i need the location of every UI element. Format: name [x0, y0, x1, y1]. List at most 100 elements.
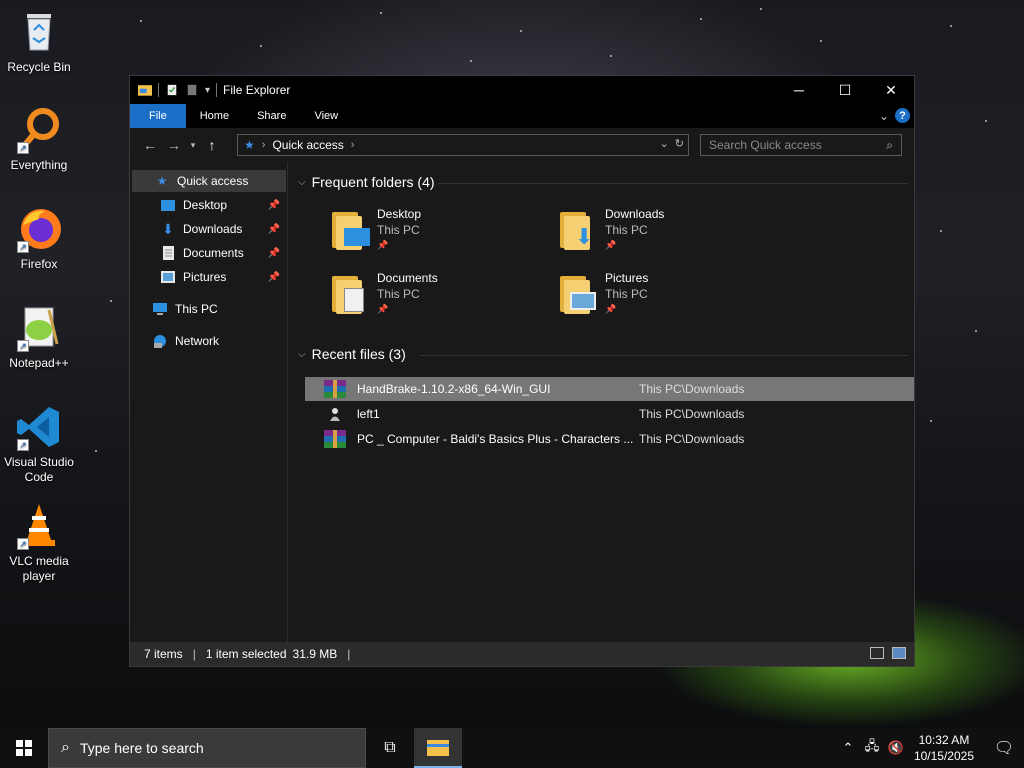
tab-share[interactable]: Share — [243, 104, 300, 128]
recent-file-row[interactable]: PC _ Computer - Baldi's Basics Plus - Ch… — [305, 427, 914, 451]
pictures-folder-icon — [558, 274, 598, 314]
taskbar-file-explorer-button[interactable] — [414, 728, 462, 768]
nav-item-desktop[interactable]: Desktop 📌 — [160, 194, 286, 216]
nav-item-pictures[interactable]: Pictures 📌 — [160, 266, 286, 288]
content-pane: ⌵ Frequent folders (4) Desktop This PC 📌… — [290, 162, 914, 642]
folder-tile-pictures[interactable]: Pictures This PC 📌 — [558, 270, 778, 324]
pin-icon: 📌 — [605, 304, 617, 314]
folder-tile-downloads[interactable]: ⬇ Downloads This PC 📌 — [558, 206, 778, 260]
chevron-right-icon[interactable]: › — [351, 139, 355, 151]
nav-item-label: This PC — [175, 302, 218, 316]
nav-item-downloads[interactable]: ⬇ Downloads 📌 — [160, 218, 286, 240]
nav-item-label: Documents — [183, 246, 244, 260]
vscode-icon: ↗ — [15, 403, 63, 451]
computer-icon — [152, 302, 168, 316]
nav-item-this-pc[interactable]: This PC — [152, 298, 218, 320]
up-arrow-icon[interactable]: ↑ — [200, 137, 224, 153]
divider: | — [347, 647, 351, 661]
generic-file-icon — [323, 405, 347, 423]
volume-muted-icon[interactable]: 🔇 — [884, 740, 908, 756]
desktop-icon-vlc[interactable]: ↗ VLC media player — [0, 502, 78, 584]
desktop-icon-everything[interactable]: ↗ Everything — [0, 106, 78, 173]
details-view-icon[interactable] — [870, 647, 884, 659]
recycle-bin-icon — [15, 8, 63, 56]
pin-icon[interactable]: 📌 — [268, 272, 280, 283]
shortcut-arrow-icon: ↗ — [17, 538, 29, 550]
folder-tile-desktop[interactable]: Desktop This PC 📌 — [330, 206, 550, 260]
new-folder-icon[interactable] — [185, 84, 199, 96]
file-name: HandBrake-1.10.2-x86_64-Win_GUI — [357, 382, 551, 396]
desktop-icon-label: Firefox — [20, 257, 58, 271]
desktop-icon-firefox[interactable]: ↗ Firefox — [0, 205, 78, 272]
collapse-caret-icon[interactable]: ⌵ — [298, 177, 306, 188]
minimize-button[interactable]: ─ — [776, 76, 822, 104]
search-icon: ⌕ — [886, 138, 893, 152]
folder-tile-documents[interactable]: Documents This PC 📌 — [330, 270, 550, 324]
recent-files-header[interactable]: ⌵ Recent files (3) — [298, 346, 908, 362]
pin-icon: 📌 — [605, 240, 617, 250]
desktop-icon-notepadpp[interactable]: ↗ Notepad++ — [0, 304, 78, 371]
recent-file-row[interactable]: left1 This PC\Downloads — [305, 402, 914, 426]
recent-file-row[interactable]: HandBrake-1.10.2-x86_64-Win_GUI This PC\… — [305, 377, 914, 401]
properties-icon[interactable] — [165, 84, 179, 96]
tab-view[interactable]: View — [300, 104, 352, 128]
taskbar-search-input[interactable]: ⌕ Type here to search — [48, 728, 366, 768]
address-dropdown-icon[interactable]: ⌄ — [660, 137, 669, 150]
document-icon — [160, 246, 176, 260]
large-icons-view-icon[interactable] — [892, 647, 906, 659]
chevron-right-icon[interactable]: › — [262, 139, 266, 151]
file-explorer-window: ▾ File Explorer ─ ☐ ✕ File Home Share Vi… — [129, 75, 915, 667]
group-title: Frequent folders (4) — [311, 174, 435, 190]
taskbar: ⌕ Type here to search ⧉ ⌃ 🖧 🔇 10:32 AM 1… — [0, 728, 1024, 768]
network-icon[interactable]: 🖧 — [860, 737, 884, 759]
nav-item-label: Pictures — [183, 270, 227, 284]
star-icon: ★ — [156, 174, 168, 188]
pin-icon[interactable]: 📌 — [268, 248, 280, 259]
customize-toolbar-icon[interactable]: ▾ — [205, 85, 210, 96]
forward-arrow-icon[interactable]: → — [162, 137, 186, 153]
tab-file[interactable]: File — [130, 104, 186, 128]
help-icon[interactable]: ? — [895, 108, 910, 123]
maximize-button[interactable]: ☐ — [822, 76, 868, 104]
nav-item-quick-access[interactable]: ★ Quick access — [132, 170, 286, 192]
pin-icon: 📌 — [377, 240, 389, 250]
clock-time: 10:32 AM — [918, 733, 970, 747]
chevron-up-icon[interactable]: ⌃ — [836, 740, 860, 756]
pin-icon[interactable]: 📌 — [268, 224, 280, 235]
back-arrow-icon[interactable]: ← — [138, 137, 162, 153]
refresh-icon[interactable]: ↻ — [675, 137, 684, 150]
file-location: This PC\Downloads — [639, 407, 745, 421]
folder-icon — [427, 740, 449, 756]
desktop-icon-label: Visual Studio Code — [4, 455, 74, 484]
status-item-count: 7 items — [144, 647, 183, 661]
search-input[interactable]: Search Quick access ⌕ — [700, 134, 902, 156]
desktop-icon-label: Everything — [10, 158, 68, 172]
shortcut-arrow-icon: ↗ — [17, 340, 29, 352]
desktop-icon-recycle-bin[interactable]: Recycle Bin — [0, 8, 78, 75]
everything-search-icon: ↗ — [15, 106, 63, 154]
close-button[interactable]: ✕ — [868, 76, 914, 104]
navigation-pane: ★ Quick access Desktop 📌 ⬇ Downloads 📌 D… — [130, 162, 288, 642]
title-bar[interactable]: ▾ File Explorer ─ ☐ ✕ — [130, 76, 914, 104]
folder-name: Downloads — [605, 207, 665, 221]
desktop-icon-vscode[interactable]: ↗ Visual Studio Code — [0, 403, 78, 485]
address-location[interactable]: Quick access — [272, 138, 343, 152]
recent-locations-icon[interactable]: ▾ — [186, 140, 200, 151]
tab-home[interactable]: Home — [186, 104, 243, 128]
folder-location: This PC — [377, 287, 420, 301]
task-view-button[interactable]: ⧉ — [366, 728, 414, 768]
pin-icon[interactable]: 📌 — [268, 200, 280, 211]
pictures-icon — [160, 270, 176, 284]
expand-ribbon-icon[interactable]: ⌄ — [879, 109, 889, 123]
ribbon-right-controls: ⌄ ? — [879, 108, 910, 123]
frequent-folders-header[interactable]: ⌵ Frequent folders (4) — [298, 174, 908, 190]
clock[interactable]: 10:32 AM 10/15/2025 — [914, 732, 974, 764]
desktop-icon-label: VLC media player — [9, 554, 69, 583]
nav-item-documents[interactable]: Documents 📌 — [160, 242, 286, 264]
address-bar[interactable]: ★ › Quick access › ⌄ ↻ — [237, 134, 689, 156]
collapse-caret-icon[interactable]: ⌵ — [298, 349, 306, 360]
start-button[interactable] — [0, 728, 48, 768]
vlc-icon: ↗ — [15, 502, 63, 550]
notifications-icon[interactable]: 🗨 — [984, 738, 1024, 758]
nav-item-network[interactable]: Network — [152, 330, 219, 352]
